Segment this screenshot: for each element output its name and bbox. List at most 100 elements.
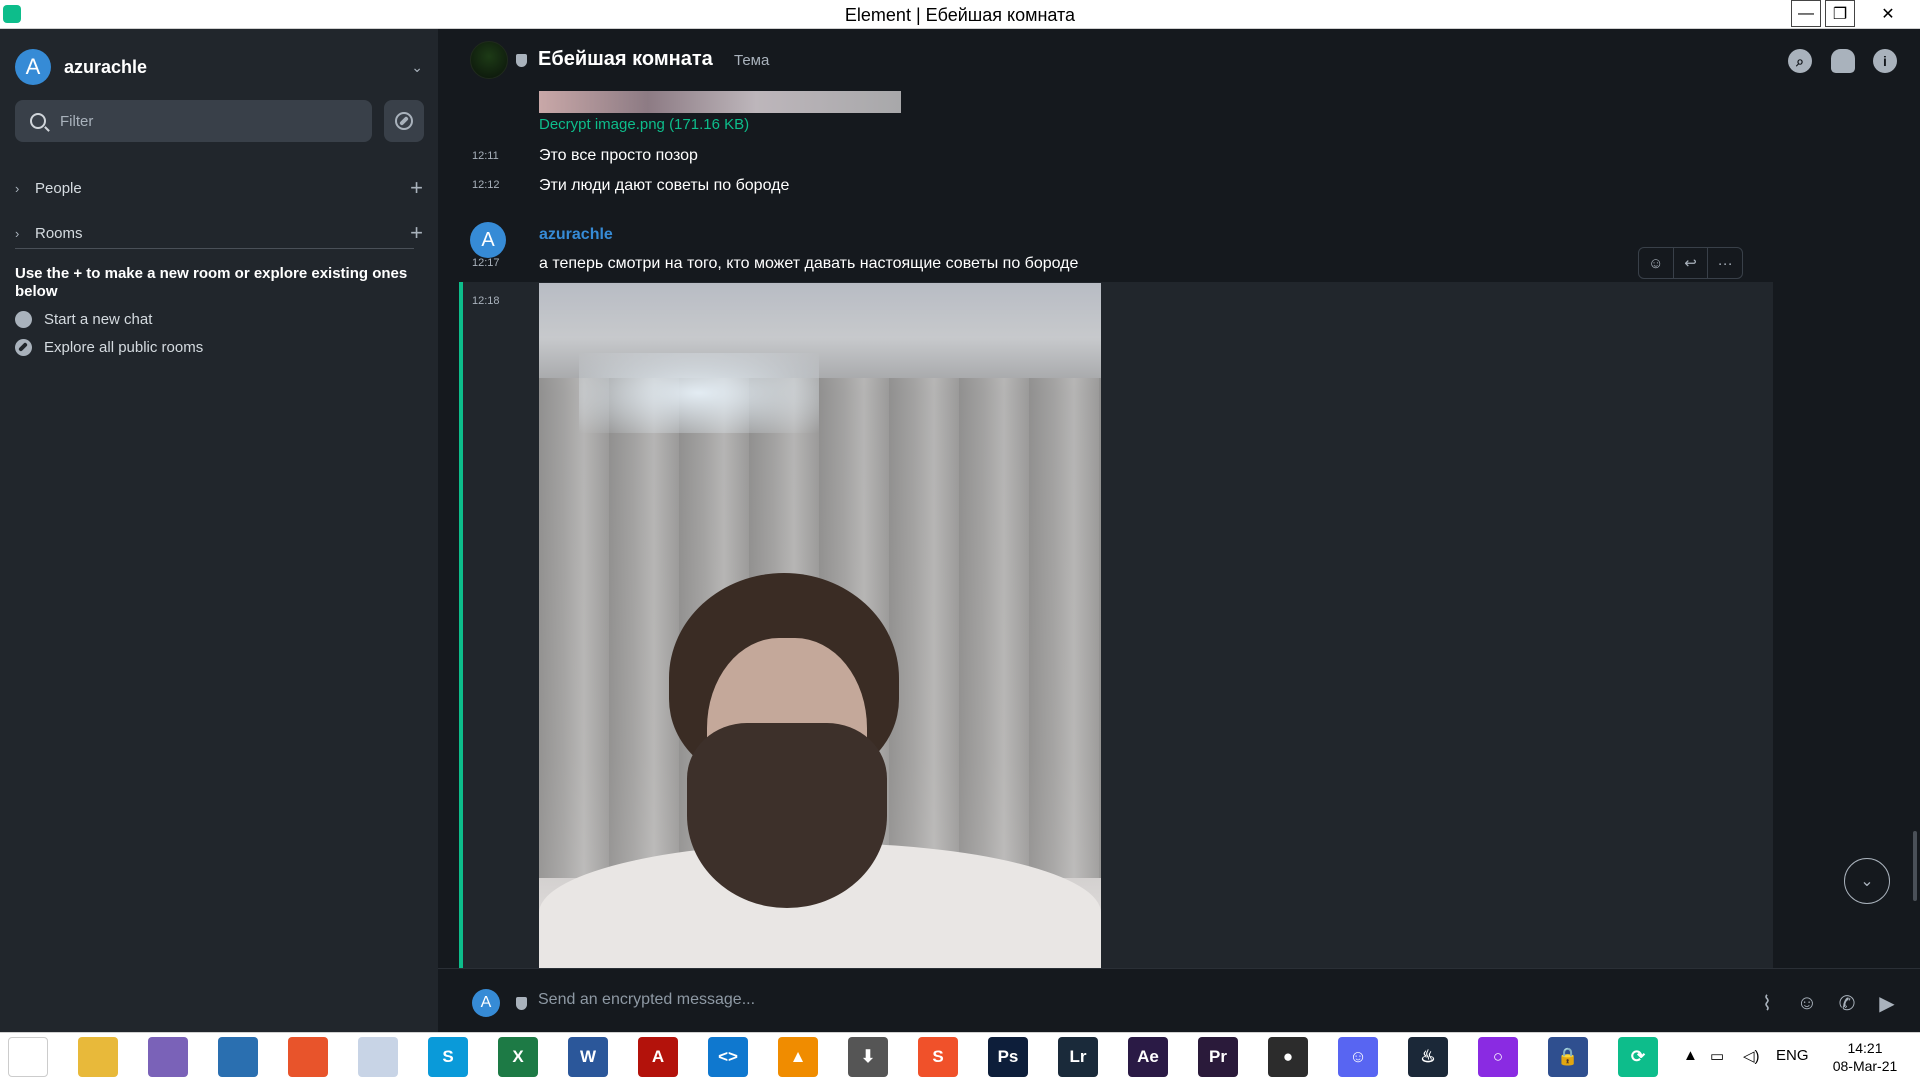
timestamp: 12:11 bbox=[472, 150, 499, 162]
orb-taskbar-icon[interactable] bbox=[358, 1037, 398, 1077]
previous-image-thumbnail[interactable] bbox=[539, 91, 901, 113]
divider bbox=[15, 248, 414, 249]
compass-icon bbox=[395, 112, 413, 130]
chat-bubble-icon bbox=[15, 310, 32, 328]
room-header: Ебейшая комната Тема ⌕ i bbox=[438, 29, 1920, 91]
volume-icon[interactable]: ◁) bbox=[1743, 1047, 1760, 1065]
video-camera-icon[interactable]: ▶ bbox=[1875, 991, 1899, 1015]
premiere-taskbar-icon[interactable]: Pr bbox=[1198, 1037, 1238, 1077]
bittorrent-taskbar-icon[interactable] bbox=[148, 1037, 188, 1077]
obs-taskbar-icon[interactable]: ● bbox=[1268, 1037, 1308, 1077]
left-sidebar: A azurachle ⌄ › People + › Rooms + Use t… bbox=[0, 29, 438, 1032]
language-indicator[interactable]: ENG bbox=[1776, 1047, 1809, 1064]
room-name[interactable]: Ебейшая комната bbox=[538, 48, 713, 71]
vscode-taskbar-icon[interactable]: <> bbox=[708, 1037, 748, 1077]
section-people[interactable]: › People + bbox=[15, 175, 423, 201]
after-effects-taskbar-icon[interactable]: Ae bbox=[1128, 1037, 1168, 1077]
close-window-button[interactable]: ✕ bbox=[1859, 0, 1917, 27]
react-smiley-icon[interactable]: ☺ bbox=[1639, 248, 1674, 278]
photo-light bbox=[579, 353, 819, 433]
decrypt-file-link[interactable]: Decrypt image.png (171.16 KB) bbox=[539, 116, 749, 133]
add-people-button[interactable]: + bbox=[410, 175, 423, 201]
paperclip-icon[interactable]: ⌇ bbox=[1755, 991, 1779, 1015]
empty-rooms-hint: Use the + to make a new room or explore … bbox=[15, 265, 408, 300]
discord-taskbar-icon[interactable]: ☺ bbox=[1338, 1037, 1378, 1077]
section-label: Rooms bbox=[35, 224, 83, 242]
link-label: Explore all public rooms bbox=[44, 338, 204, 356]
reply-arrow-icon[interactable]: ↩ bbox=[1674, 248, 1709, 278]
sender-avatar[interactable]: A bbox=[470, 222, 506, 258]
more-options-icon[interactable]: ··· bbox=[1708, 248, 1742, 278]
room-view: Ебейшая комната Тема ⌕ i Decrypt image.p… bbox=[438, 29, 1920, 1032]
section-label: People bbox=[35, 179, 82, 197]
timestamp: 12:12 bbox=[472, 179, 500, 191]
section-rooms[interactable]: › Rooms + bbox=[15, 220, 423, 246]
chevron-down-icon: ⌄ bbox=[411, 59, 423, 75]
message-composer: A ⌇ ☺ ✆ ▶ bbox=[438, 968, 1920, 1032]
timestamp: 12:17 bbox=[472, 257, 500, 269]
shield-icon bbox=[516, 54, 527, 67]
acrobat-taskbar-icon[interactable]: A bbox=[638, 1037, 678, 1077]
timeline[interactable]: Decrypt image.png (171.16 KB) 12:11 Это … bbox=[438, 91, 1920, 968]
room-avatar[interactable] bbox=[470, 41, 508, 79]
search-icon bbox=[30, 113, 46, 129]
browser-globe-taskbar-icon[interactable] bbox=[218, 1037, 258, 1077]
message-body: Эти люди дают советы по бороде bbox=[539, 177, 790, 194]
message-action-bar: ☺ ↩ ··· bbox=[1638, 247, 1743, 279]
info-icon[interactable]: i bbox=[1873, 49, 1897, 73]
message-body: а теперь смотри на того, кто может дават… bbox=[539, 255, 1079, 272]
image-message[interactable] bbox=[539, 283, 1101, 968]
vlc-taskbar-icon[interactable]: ▲ bbox=[778, 1037, 818, 1077]
link-label: Start a new chat bbox=[44, 310, 153, 328]
compass-icon bbox=[15, 338, 32, 356]
chevron-right-icon: › bbox=[15, 225, 20, 241]
message-input[interactable] bbox=[538, 991, 1638, 1009]
window-title: Element | Ебейшая комната bbox=[844, 5, 1076, 25]
add-room-button[interactable]: + bbox=[410, 220, 423, 246]
filter-input[interactable] bbox=[60, 112, 340, 130]
network-icon[interactable]: ▭ bbox=[1710, 1047, 1724, 1065]
clock-time: 14:21 bbox=[1847, 1040, 1883, 1056]
maximize-button[interactable]: ❐ bbox=[1825, 0, 1855, 27]
explore-public-rooms-link[interactable]: Explore all public rooms bbox=[15, 336, 203, 358]
timeline-scrollbar[interactable] bbox=[1913, 831, 1917, 901]
user-avatar: A bbox=[15, 49, 51, 85]
room-topic[interactable]: Тема bbox=[734, 52, 769, 69]
explore-rooms-button[interactable] bbox=[384, 100, 424, 142]
timestamp: 12:18 bbox=[472, 295, 500, 307]
search-icon[interactable]: ⌕ bbox=[1788, 49, 1812, 73]
user-name: azurachle bbox=[64, 56, 148, 77]
clock[interactable]: 14:21 08-Mar-21 bbox=[1820, 1039, 1910, 1075]
minimize-button[interactable]: — bbox=[1791, 0, 1821, 27]
bell-icon[interactable] bbox=[1831, 49, 1855, 73]
chevron-right-icon: › bbox=[15, 180, 20, 196]
excel-taskbar-icon[interactable]: X bbox=[498, 1037, 538, 1077]
lightroom-taskbar-icon[interactable]: Lr bbox=[1058, 1037, 1098, 1077]
word-taskbar-icon[interactable]: W bbox=[568, 1037, 608, 1077]
sender-name[interactable]: azurachle bbox=[539, 226, 613, 244]
start-new-chat-link[interactable]: Start a new chat bbox=[15, 308, 152, 330]
filter-field[interactable] bbox=[15, 100, 372, 142]
steam-taskbar-icon[interactable]: ♨ bbox=[1408, 1037, 1448, 1077]
downloader-taskbar-icon[interactable]: ⬇ bbox=[848, 1037, 888, 1077]
skype-taskbar-icon[interactable]: S bbox=[428, 1037, 468, 1077]
title-bar: Element | Ебейшая комната — ❐ ✕ bbox=[0, 0, 1920, 29]
file-explorer-taskbar-icon[interactable] bbox=[78, 1037, 118, 1077]
jump-to-bottom-button[interactable]: ⌄ bbox=[1844, 858, 1890, 904]
photoshop-taskbar-icon[interactable]: Ps bbox=[988, 1037, 1028, 1077]
clock-date: 08-Mar-21 bbox=[1832, 1058, 1898, 1074]
show-hidden-icons[interactable]: ▲ bbox=[1683, 1047, 1698, 1064]
firefox-taskbar-icon[interactable] bbox=[288, 1037, 328, 1077]
composer-avatar: A bbox=[472, 989, 500, 1017]
phone-icon[interactable]: ✆ bbox=[1835, 991, 1859, 1015]
user-menu[interactable]: A azurachle ⌄ bbox=[15, 47, 423, 87]
smartgit-taskbar-icon[interactable]: S bbox=[918, 1037, 958, 1077]
emoji-icon[interactable]: ☺ bbox=[1795, 991, 1819, 1015]
start-taskbar-icon[interactable] bbox=[8, 1037, 48, 1077]
element-taskbar-icon[interactable]: ⟳ bbox=[1618, 1037, 1658, 1077]
shield-icon bbox=[516, 997, 527, 1010]
photo-beard bbox=[687, 723, 887, 908]
cortana-taskbar-icon[interactable]: ○ bbox=[1478, 1037, 1518, 1077]
windows-taskbar: S X W A <> ▲ ⬇ S Ps Lr Ae Pr ● ☺ ♨ ○ 🔒 ⟳ ▲ ▭ ◁) ENG 14:21… bbox=[0, 1032, 1920, 1080]
keepass-taskbar-icon[interactable]: 🔒 bbox=[1548, 1037, 1588, 1077]
